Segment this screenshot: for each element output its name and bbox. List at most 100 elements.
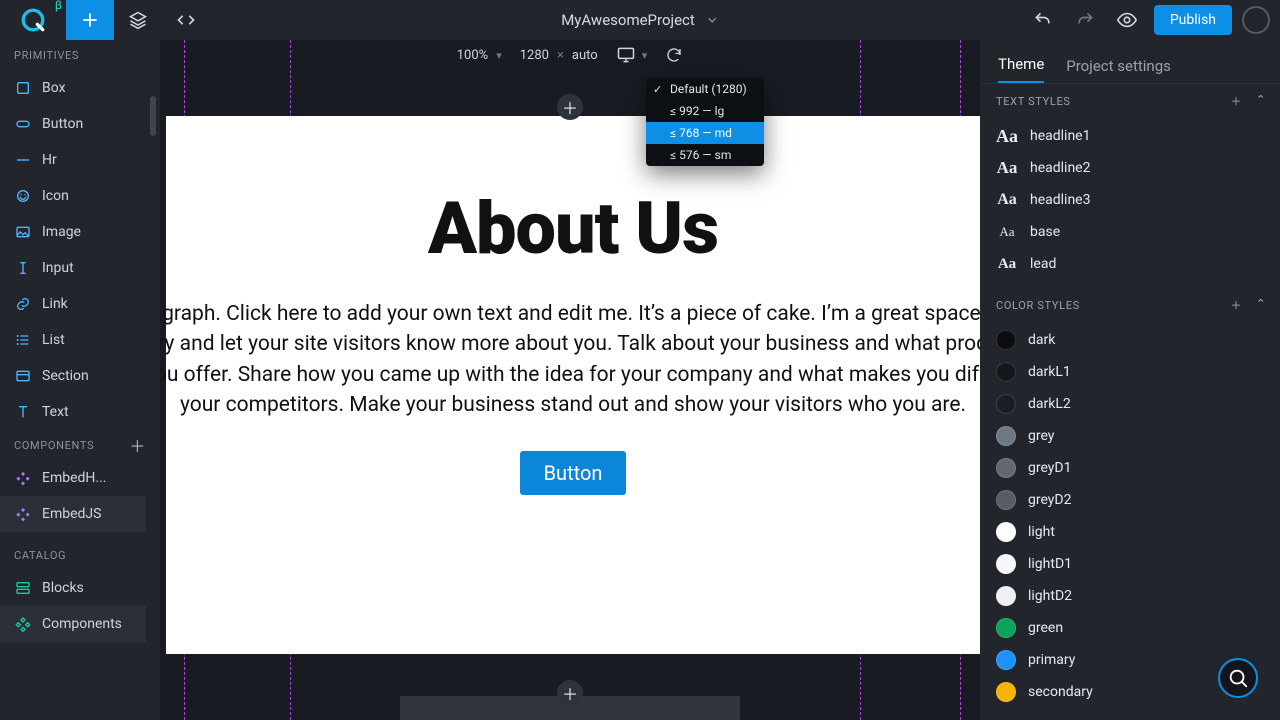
color-style-item[interactable]: darkL1: [986, 356, 1274, 388]
page-button[interactable]: Button: [520, 451, 627, 495]
color-name: green: [1028, 620, 1063, 636]
chevron-down-icon: ▾: [642, 49, 648, 62]
primitive-item-button[interactable]: Button: [0, 106, 146, 142]
color-style-item[interactable]: lightD1: [986, 548, 1274, 580]
add-button[interactable]: [66, 0, 114, 40]
color-name: primary: [1028, 652, 1075, 668]
add-component-button[interactable]: ＋: [129, 433, 146, 457]
size-control[interactable]: 1280 × auto: [520, 48, 598, 63]
color-swatch: [996, 554, 1016, 574]
collapse-text-styles-button[interactable]: ⌃: [1256, 93, 1266, 109]
help-button[interactable]: [1218, 658, 1258, 698]
publish-button[interactable]: Publish: [1154, 5, 1232, 35]
color-styles-title: COLOR STYLES: [996, 299, 1080, 312]
breakpoint-item-lg[interactable]: ≤ 992 — lg: [646, 100, 764, 122]
tab-theme[interactable]: Theme: [998, 55, 1044, 83]
color-style-item[interactable]: dark: [986, 324, 1274, 356]
scrollbar-thumb[interactable]: [150, 96, 156, 136]
redo-icon: [1075, 10, 1095, 30]
page-title[interactable]: About Us: [166, 186, 980, 271]
code-button[interactable]: [162, 0, 210, 40]
device-dropdown[interactable]: ▾: [616, 45, 648, 65]
color-style-item[interactable]: greyD2: [986, 484, 1274, 516]
left-panel: PRIMITIVES BoxButtonHrIconImageInputLink…: [0, 40, 160, 720]
app-logo[interactable]: [0, 0, 66, 40]
redo-button[interactable]: [1064, 0, 1106, 40]
hr-icon: [14, 152, 32, 168]
primitive-item-list[interactable]: List: [0, 322, 146, 358]
primitive-item-box[interactable]: Box: [0, 70, 146, 106]
link-icon: [14, 296, 32, 312]
text-style-name: headline3: [1030, 192, 1090, 208]
primitive-item-link[interactable]: Link: [0, 286, 146, 322]
list-icon: [14, 332, 32, 348]
canvas-toolbar: 100% ▾ 1280 × auto ▾: [160, 40, 980, 70]
color-swatch: [996, 394, 1016, 414]
primitive-item-text[interactable]: Text: [0, 394, 146, 430]
components-list: EmbedH...EmbedJS: [0, 460, 160, 532]
color-name: darkL2: [1028, 396, 1071, 412]
add-text-style-button[interactable]: ＋: [1230, 93, 1242, 109]
plus-icon: [81, 11, 99, 29]
primitive-item-image[interactable]: Image: [0, 214, 146, 250]
catalog-item-components[interactable]: Components: [0, 606, 146, 642]
catalog-item-blocks[interactable]: Blocks: [0, 570, 146, 606]
add-section-top[interactable]: ＋: [557, 94, 583, 120]
page-canvas[interactable]: About Us I'm a paragraph. Click here to …: [166, 116, 980, 654]
breakpoint-item-sm[interactable]: ≤ 576 — sm: [646, 144, 764, 166]
add-section-bottom[interactable]: ＋: [557, 680, 583, 706]
text-styles-title: TEXT STYLES: [996, 95, 1071, 108]
text-style-item[interactable]: Aalead: [986, 248, 1274, 280]
icon-icon: [14, 188, 32, 204]
text-styles-actions: ＋ ⌃: [1230, 93, 1266, 109]
avatar[interactable]: [1242, 6, 1270, 34]
add-color-style-button[interactable]: ＋: [1230, 297, 1242, 313]
text-style-item[interactable]: Aaheadline3: [986, 184, 1274, 216]
page-paragraph[interactable]: I'm a paragraph. Click here to add your …: [160, 299, 980, 421]
color-style-item[interactable]: greyD1: [986, 452, 1274, 484]
collapse-color-styles-button[interactable]: ⌃: [1256, 297, 1266, 313]
project-name: MyAwesomeProject: [561, 11, 695, 29]
color-name: greyD2: [1028, 492, 1072, 508]
component-item[interactable]: EmbedJS: [0, 496, 146, 532]
catalog-label: Blocks: [42, 580, 84, 596]
components-header: COMPONENTS ＋: [0, 430, 160, 460]
tab-project-settings[interactable]: Project settings: [1066, 57, 1171, 83]
color-styles-list: darkdarkL1darkL2greygreyD1greyD2lightlig…: [980, 322, 1280, 716]
text-style-item[interactable]: Aaheadline2: [986, 152, 1274, 184]
color-name: darkL1: [1028, 364, 1071, 380]
catalog-label: Components: [42, 616, 122, 632]
primitive-item-input[interactable]: Input: [0, 250, 146, 286]
color-style-item[interactable]: grey: [986, 420, 1274, 452]
color-name: lightD2: [1028, 588, 1072, 604]
primitive-item-hr[interactable]: Hr: [0, 142, 146, 178]
chevron-down-icon: [705, 13, 719, 27]
primitive-item-section[interactable]: Section: [0, 358, 146, 394]
color-style-item[interactable]: lightD2: [986, 580, 1274, 612]
primitive-label: Input: [42, 260, 74, 276]
text-style-item[interactable]: Aaheadline1: [986, 120, 1274, 152]
color-style-item[interactable]: green: [986, 612, 1274, 644]
color-style-item[interactable]: darkL2: [986, 388, 1274, 420]
preview-button[interactable]: [1106, 0, 1148, 40]
text-style-item[interactable]: Aabase: [986, 216, 1274, 248]
refresh-button[interactable]: [665, 46, 683, 64]
color-style-item[interactable]: light: [986, 516, 1274, 548]
text-style-glyph: Aa: [996, 126, 1018, 147]
top-bar-right: Publish: [1022, 0, 1280, 40]
primitive-item-icon[interactable]: Icon: [0, 178, 146, 214]
catalog-icon: [14, 580, 32, 596]
project-switcher[interactable]: MyAwesomeProject: [561, 0, 719, 40]
text-icon: [14, 404, 32, 420]
layers-button[interactable]: [114, 0, 162, 40]
zoom-control[interactable]: 100% ▾: [457, 48, 502, 63]
desktop-icon: [616, 45, 636, 65]
undo-button[interactable]: [1022, 0, 1064, 40]
breakpoint-item-md[interactable]: ≤ 768 — md: [646, 122, 764, 144]
zoom-value: 100%: [457, 48, 488, 63]
breakpoint-item-default[interactable]: Default (1280): [646, 78, 764, 100]
component-item[interactable]: EmbedH...: [0, 460, 146, 496]
canvas-stage: ＋ About Us I'm a paragraph. Click here t…: [160, 40, 980, 720]
color-swatch: [996, 618, 1016, 638]
color-styles-header: COLOR STYLES ＋ ⌃: [980, 288, 1280, 322]
